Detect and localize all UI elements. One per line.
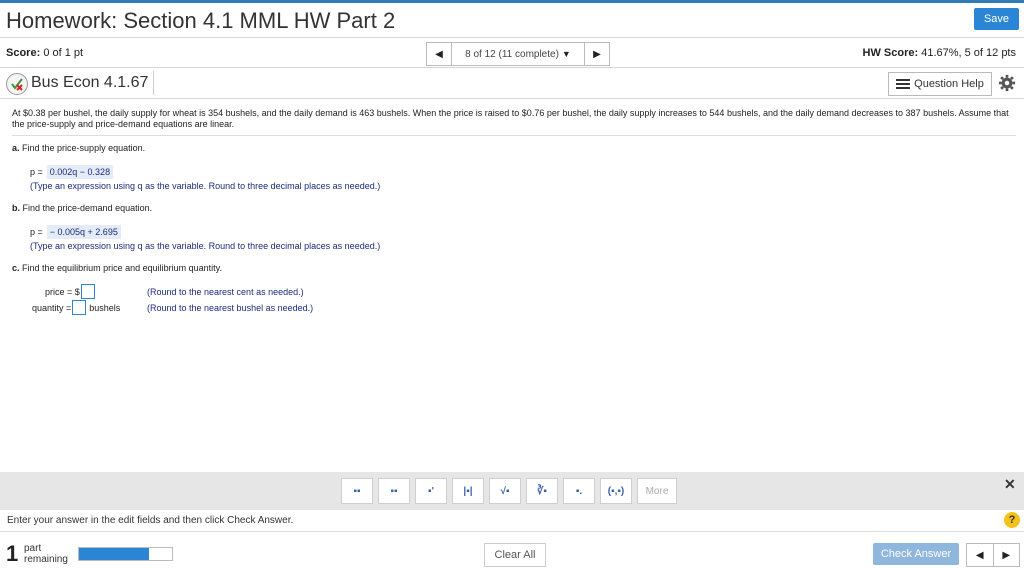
- score: Score: 0 of 1 pt: [6, 47, 83, 59]
- square-root-tool-button[interactable]: √▪: [489, 478, 521, 504]
- question-header: Bus Econ 4.1.67: [4, 71, 154, 95]
- more-tools-button[interactable]: More: [637, 478, 677, 504]
- part-a-letter: a.: [12, 143, 20, 153]
- incorrect-status-icon: [6, 73, 28, 95]
- top-accent-line: [0, 0, 1024, 3]
- price-prefix: price = $: [45, 286, 80, 297]
- part-a-answer: p = 0.002q − 0.328: [30, 165, 114, 179]
- math-toolbar: ▪▪ ▪▪ ▪' |▪| √▪ ∛▪ ▪. (▪,▪) More: [341, 478, 677, 504]
- clear-all-button[interactable]: Clear All: [484, 543, 546, 567]
- arrow-right-icon: ▶: [593, 48, 601, 60]
- question-prompt: At $0.38 per bushel, the daily supply fo…: [12, 108, 1009, 129]
- price-input[interactable]: [80, 284, 95, 299]
- part-b-hint: (Type an expression using q as the varia…: [30, 241, 381, 251]
- parts-remaining-label: part remaining: [24, 543, 68, 565]
- progress-fill: [79, 548, 149, 560]
- part-b-text: Find the price-demand equation.: [22, 203, 153, 213]
- quantity-prefix: quantity =: [32, 302, 72, 313]
- arrow-right-icon: ▶: [1002, 549, 1011, 561]
- page-title: Homework: Section 4.1 MML HW Part 2: [6, 8, 396, 33]
- score-label: Score:: [6, 47, 41, 59]
- divider: [0, 37, 1024, 38]
- price-row: price = $: [45, 284, 95, 299]
- part-b-letter: b.: [12, 203, 20, 213]
- quantity-input[interactable]: [72, 300, 87, 315]
- parts-line1: part: [24, 543, 42, 554]
- part-a-text: Find the price-supply equation.: [22, 143, 146, 153]
- prev-question-button[interactable]: ◀: [427, 43, 451, 65]
- close-icon[interactable]: ✕: [1004, 476, 1016, 493]
- price-hint: (Round to the nearest cent as needed.): [147, 287, 304, 297]
- question-help-button[interactable]: Question Help: [888, 72, 992, 96]
- exponent-tool-button[interactable]: ▪': [415, 478, 447, 504]
- absolute-value-tool-button[interactable]: |▪|: [452, 478, 484, 504]
- part-b-answer-field[interactable]: − 0.005q + 2.695: [46, 225, 121, 239]
- score-value: 0 of 1 pt: [43, 47, 84, 59]
- prev-part-button[interactable]: ◀: [967, 544, 994, 566]
- nth-root-tool-button[interactable]: ∛▪: [526, 478, 558, 504]
- quantity-hint: (Round to the nearest bushel as needed.): [147, 303, 314, 313]
- part-pager: ◀ ▶: [966, 543, 1020, 567]
- ordered-pair-tool-button[interactable]: (▪,▪): [600, 478, 632, 504]
- save-button[interactable]: Save: [974, 8, 1019, 30]
- part-b-label: b. Find the price-demand equation.: [12, 203, 152, 213]
- part-b-prefix: p =: [30, 227, 43, 237]
- question-selector[interactable]: 8 of 12 (11 complete) ▼: [451, 43, 585, 65]
- fraction-tool-button[interactable]: ▪▪: [341, 478, 373, 504]
- hw-score: HW Score: 41.67%, 5 of 12 pts: [863, 47, 1016, 59]
- next-question-button[interactable]: ▶: [585, 43, 609, 65]
- divider: [0, 98, 1024, 99]
- part-b-answer: p = − 0.005q + 2.695: [30, 225, 121, 239]
- hw-score-label: HW Score:: [862, 47, 919, 59]
- question-progress-text: 8 of 12 (11 complete): [465, 48, 559, 60]
- mixed-number-tool-button[interactable]: ▪▪: [378, 478, 410, 504]
- parts-remaining-count: 1: [6, 541, 19, 566]
- part-a-hint: (Type an expression using q as the varia…: [30, 181, 381, 191]
- parts-progress-bar: [78, 547, 173, 561]
- hw-score-value: 41.67%, 5 of 12 pts: [921, 47, 1016, 59]
- subscript-tool-button[interactable]: ▪.: [563, 478, 595, 504]
- next-part-button[interactable]: ▶: [994, 544, 1020, 566]
- check-answer-button[interactable]: Check Answer: [873, 543, 959, 565]
- divider: [0, 67, 1024, 68]
- part-c-text: Find the equilibrium price and equilibri…: [22, 263, 222, 273]
- arrow-left-icon: ◀: [435, 48, 443, 60]
- part-a-prefix: p =: [30, 167, 43, 177]
- caret-down-icon: ▼: [561, 49, 571, 59]
- question-help-label: Question Help: [914, 78, 984, 90]
- help-icon[interactable]: ?: [1004, 512, 1020, 528]
- parts-line2: remaining: [24, 554, 68, 565]
- part-c-letter: c.: [12, 263, 20, 273]
- list-icon: [896, 79, 911, 89]
- arrow-left-icon: ◀: [975, 549, 984, 561]
- instruction-text: Enter your answer in the edit fields and…: [7, 515, 294, 526]
- part-a-answer-field[interactable]: 0.002q − 0.328: [46, 165, 114, 179]
- question-navigator: ◀ 8 of 12 (11 complete) ▼ ▶: [426, 42, 610, 66]
- divider: [12, 135, 1016, 136]
- gear-icon[interactable]: [998, 74, 1016, 92]
- part-a-label: a. Find the price-supply equation.: [12, 143, 145, 153]
- quantity-row: quantity = bushels: [32, 300, 120, 315]
- divider: [0, 531, 1024, 532]
- part-c-label: c. Find the equilibrium price and equili…: [12, 263, 222, 273]
- question-name: Bus Econ 4.1.67: [31, 74, 149, 91]
- quantity-unit: bushels: [89, 302, 121, 313]
